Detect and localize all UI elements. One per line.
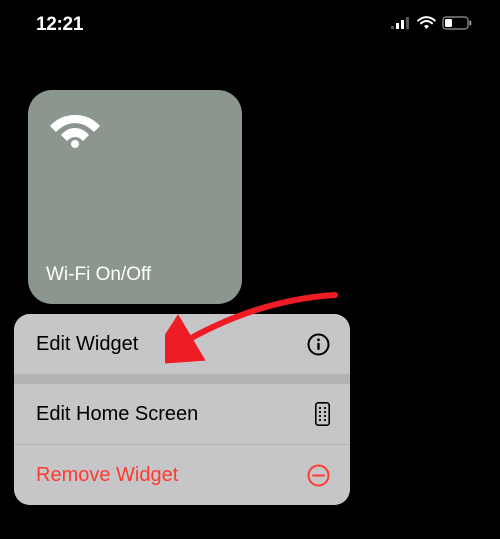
status-icons — [391, 16, 472, 35]
menu-item-label: Remove Widget — [36, 464, 178, 487]
apps-grid-icon — [315, 402, 330, 426]
status-time: 12:21 — [36, 14, 83, 36]
widget-title: Wi-Fi On/Off — [46, 264, 224, 286]
menu-item-edit-home-screen[interactable]: Edit Home Screen — [14, 384, 350, 444]
wifi-widget[interactable]: Wi-Fi On/Off — [28, 90, 242, 304]
info-icon — [307, 333, 330, 356]
menu-item-label: Edit Home Screen — [36, 403, 198, 426]
menu-separator — [14, 374, 350, 384]
cellular-icon — [391, 16, 411, 34]
battery-icon — [442, 16, 472, 35]
menu-item-label: Edit Widget — [36, 333, 138, 356]
wifi-icon — [417, 16, 436, 35]
menu-item-edit-widget[interactable]: Edit Widget — [14, 314, 350, 374]
wifi-icon — [46, 104, 224, 153]
remove-icon — [307, 464, 330, 487]
menu-item-remove-widget[interactable]: Remove Widget — [14, 445, 350, 505]
status-bar: 12:21 — [0, 0, 500, 50]
context-menu: Edit Widget Edit Home Screen Remove Widg… — [14, 314, 350, 505]
